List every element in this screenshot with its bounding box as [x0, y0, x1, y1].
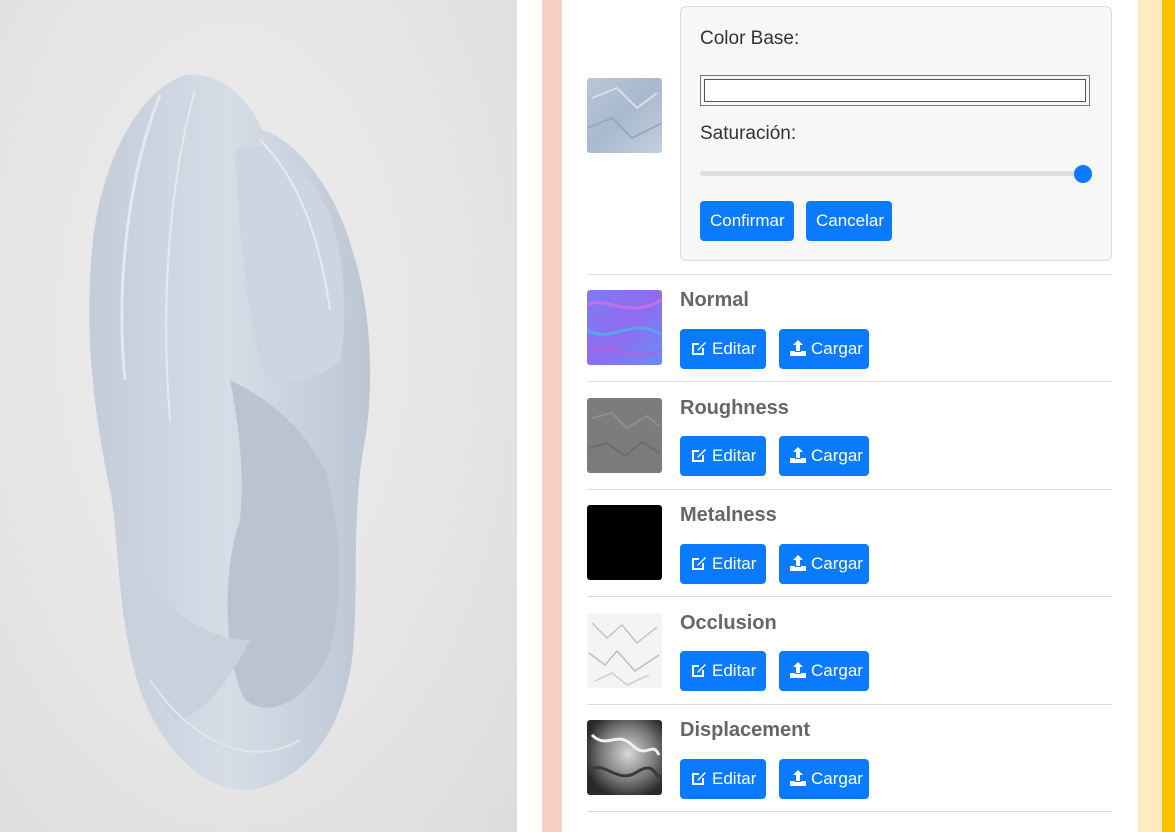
displacement-edit-button[interactable]: Editar — [680, 759, 766, 799]
saturation-slider-handle[interactable] — [1074, 165, 1092, 183]
row-divider — [587, 811, 1112, 812]
upload-label: Cargar — [811, 446, 863, 465]
saturation-label: Saturación: — [700, 123, 797, 144]
decorative-strip — [1138, 0, 1162, 832]
upload-label: Cargar — [811, 769, 863, 788]
color-base-value — [704, 79, 1086, 102]
normal-map-title: Normal — [680, 289, 749, 311]
edit-label: Editar — [712, 661, 757, 680]
color-edit-card: Color Base: Saturación: Confirmar Cancel… — [680, 6, 1112, 261]
displacement-map-title: Displacement — [680, 719, 811, 741]
occlusion-upload-button[interactable]: Cargar — [779, 651, 869, 691]
row-divider — [587, 274, 1112, 275]
occlusion-map-title: Occlusion — [680, 612, 777, 634]
displacement-upload-button[interactable]: Cargar — [779, 759, 869, 799]
edit-icon — [692, 342, 706, 355]
metalness-upload-button[interactable]: Cargar — [779, 544, 869, 584]
roughness-map-title: Roughness — [680, 397, 789, 419]
normal-map-thumbnail — [587, 290, 662, 365]
scrollbar[interactable] — [1162, 0, 1175, 832]
occlusion-map-thumbnail — [587, 613, 662, 688]
upload-label: Cargar — [811, 661, 863, 680]
upload-label: Cargar — [811, 554, 863, 573]
edit-label: Editar — [712, 446, 757, 465]
edit-icon — [692, 664, 706, 677]
cancel-button[interactable]: Cancelar — [806, 201, 892, 241]
edit-icon — [692, 772, 706, 785]
row-divider — [587, 596, 1112, 597]
upload-icon — [790, 555, 806, 571]
confirm-button[interactable]: Confirmar — [700, 201, 794, 241]
edit-label: Editar — [712, 769, 757, 788]
edit-label: Editar — [712, 339, 757, 358]
roughness-map-thumbnail — [587, 398, 662, 473]
metalness-map-title: Metalness — [680, 504, 777, 526]
saturation-slider-track[interactable] — [700, 171, 1082, 176]
occlusion-edit-button[interactable]: Editar — [680, 651, 766, 691]
decorative-strip — [542, 0, 562, 832]
3d-viewport[interactable] — [0, 0, 517, 832]
row-divider — [587, 704, 1112, 705]
divider-gap — [517, 0, 542, 832]
upload-icon — [790, 662, 806, 678]
base-color-thumbnail — [587, 78, 662, 153]
color-base-input[interactable] — [700, 75, 1090, 106]
edit-icon — [692, 449, 706, 462]
normal-upload-button[interactable]: Cargar — [779, 329, 869, 369]
color-base-label: Color Base: — [700, 28, 800, 49]
normal-edit-button[interactable]: Editar — [680, 329, 766, 369]
3d-model — [89, 74, 371, 790]
metalness-map-thumbnail — [587, 505, 662, 580]
edit-icon — [692, 557, 706, 570]
upload-label: Cargar — [811, 339, 863, 358]
edit-label: Editar — [712, 554, 757, 573]
metalness-edit-button[interactable]: Editar — [680, 544, 766, 584]
displacement-map-thumbnail — [587, 720, 662, 795]
upload-icon — [790, 447, 806, 463]
roughness-edit-button[interactable]: Editar — [680, 436, 766, 476]
row-divider — [587, 489, 1112, 490]
row-divider — [587, 381, 1112, 382]
roughness-upload-button[interactable]: Cargar — [779, 436, 869, 476]
upload-icon — [790, 340, 806, 356]
upload-icon — [790, 770, 806, 786]
